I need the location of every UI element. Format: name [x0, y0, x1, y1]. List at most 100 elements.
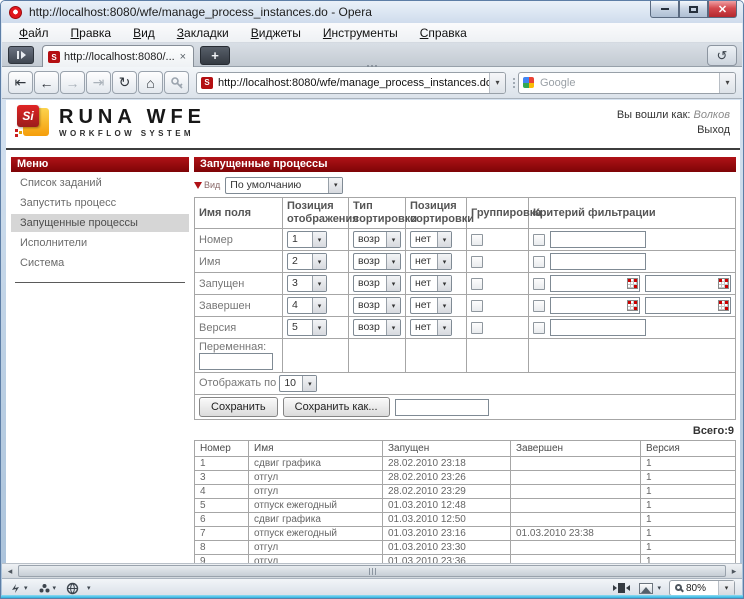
address-dropdown-button[interactable]: ▾ [489, 73, 505, 93]
search-dropdown-button[interactable]: ▾ [719, 73, 735, 93]
sidebar-item[interactable]: Система [11, 254, 189, 272]
forward-button[interactable]: → [60, 71, 85, 94]
sort-type-select[interactable]: возр▾ [353, 297, 401, 314]
sort-position-select[interactable]: нет▾ [410, 319, 452, 336]
logout-link[interactable]: Выход [697, 123, 730, 138]
opera-link-button[interactable]: ▾ [9, 582, 28, 595]
table-row[interactable]: 1сдвиг графика28.02.2010 23:181 [195, 457, 736, 471]
address-url[interactable]: http://localhost:8080/wfe/manage_process… [218, 77, 489, 89]
opera-unite-button[interactable]: ▾ [38, 582, 57, 595]
filter-value-input[interactable] [550, 253, 646, 270]
table-row[interactable]: 9отгул01.03.2010 23:361 [195, 555, 736, 564]
menu-item-Справка[interactable]: Справка [409, 26, 478, 40]
filter-checkbox[interactable] [533, 322, 545, 334]
zoom-dropdown-button[interactable]: ▾ [718, 581, 734, 595]
sort-position-select[interactable]: нет▾ [410, 275, 452, 292]
chevron-down-icon: ▾ [437, 232, 451, 247]
position-select[interactable]: 1▾ [287, 231, 327, 248]
page-header: Si RUNA WFE WORKFLOW SYSTEM Вы вошли как… [6, 100, 740, 148]
back-button[interactable]: ← [34, 71, 59, 94]
save-button[interactable]: Сохранить [199, 397, 278, 417]
filter-value-input[interactable] [550, 319, 646, 336]
address-bar[interactable]: S http://localhost:8080/wfe/manage_proce… [196, 72, 506, 94]
search-bar[interactable]: Google ▾ [518, 72, 736, 94]
menu-item-Закладки[interactable]: Закладки [166, 26, 240, 40]
calendar-icon[interactable] [718, 300, 729, 311]
tab-active[interactable]: S http://localhost:8080/... × [42, 45, 194, 68]
grouping-checkbox[interactable] [471, 234, 483, 246]
sort-position-select[interactable]: нет▾ [410, 253, 452, 270]
network-button[interactable]: ▾ [66, 582, 91, 595]
position-select[interactable]: 2▾ [287, 253, 327, 270]
menu-item-Правка[interactable]: Правка [60, 26, 123, 40]
horizontal-scrollbar[interactable]: ◂ ▸ [2, 563, 742, 578]
search-input[interactable]: Google [540, 77, 719, 89]
calendar-icon[interactable] [718, 278, 729, 289]
sort-position-select[interactable]: нет▾ [410, 231, 452, 248]
scroll-right-icon[interactable]: ▸ [726, 564, 742, 578]
magnifier-icon [675, 584, 682, 591]
scrollbar-thumb[interactable] [18, 565, 726, 577]
process-column-header: Имя [249, 441, 383, 457]
fit-width-button[interactable] [613, 583, 630, 593]
table-row[interactable]: 3отгул28.02.2010 23:261 [195, 471, 736, 485]
sort-type-select[interactable]: возр▾ [353, 319, 401, 336]
table-row[interactable]: 5отпуск ежегодный01.03.2010 12:481 [195, 499, 736, 513]
back-to-start-button[interactable]: ⇤ [8, 71, 33, 94]
menu-item-Файл[interactable]: Файл [8, 26, 60, 40]
table-cell: 1 [641, 555, 736, 564]
sort-position-select[interactable]: нет▾ [410, 297, 452, 314]
new-tab-button[interactable]: + [200, 46, 230, 65]
table-row[interactable]: 7отпуск ежегодный01.03.2010 23:1601.03.2… [195, 527, 736, 541]
menu-item-Инструменты[interactable]: Инструменты [312, 26, 409, 40]
grouping-checkbox[interactable] [471, 278, 483, 290]
grouping-checkbox[interactable] [471, 322, 483, 334]
calendar-icon[interactable] [627, 300, 638, 311]
minimize-button[interactable] [650, 1, 679, 18]
sidebar-item[interactable]: Запущенные процессы [11, 214, 189, 232]
chevron-down-icon: ▾ [302, 376, 316, 391]
sidebar-item[interactable]: Запустить процесс [11, 194, 189, 212]
sidebar-item[interactable]: Список заданий [11, 174, 189, 192]
menu-item-Вид[interactable]: Вид [122, 26, 166, 40]
tab-close-icon[interactable]: × [178, 51, 188, 63]
view-collapse-icon[interactable] [194, 182, 202, 189]
fast-forward-button[interactable]: ⇥ [86, 71, 111, 94]
sort-type-select[interactable]: возр▾ [353, 231, 401, 248]
table-row[interactable]: 8отгул01.03.2010 23:301 [195, 541, 736, 555]
scroll-left-icon[interactable]: ◂ [2, 564, 18, 578]
wand-button[interactable] [164, 71, 189, 94]
closed-tabs-button[interactable]: ↺ [707, 45, 737, 66]
table-row[interactable]: 4отгул28.02.2010 23:291 [195, 485, 736, 499]
calendar-icon[interactable] [627, 278, 638, 289]
variable-input[interactable] [199, 353, 273, 370]
filter-checkbox[interactable] [533, 234, 545, 246]
filter-checkbox[interactable] [533, 278, 545, 290]
filter-value-input[interactable] [550, 231, 646, 248]
panel-toggle-button[interactable] [8, 46, 34, 64]
position-select[interactable]: 5▾ [287, 319, 327, 336]
sidebar-item[interactable]: Исполнители [11, 234, 189, 252]
table-row[interactable]: 6сдвиг графика01.03.2010 12:501 [195, 513, 736, 527]
page-size-select[interactable]: 10▾ [279, 375, 317, 392]
reload-button[interactable]: ↻ [112, 71, 137, 94]
menu-item-Виджеты[interactable]: Виджеты [240, 26, 312, 40]
home-button[interactable]: ⌂ [138, 71, 163, 94]
save-as-name-input[interactable] [395, 399, 489, 416]
position-select[interactable]: 4▾ [287, 297, 327, 314]
toolbar-separator[interactable] [513, 78, 515, 88]
close-button[interactable]: ✕ [708, 1, 737, 18]
position-select[interactable]: 3▾ [287, 275, 327, 292]
sort-type-select[interactable]: возр▾ [353, 253, 401, 270]
save-as-button[interactable]: Сохранить как... [283, 397, 390, 417]
grouping-checkbox[interactable] [471, 300, 483, 312]
sort-type-select[interactable]: возр▾ [353, 275, 401, 292]
filter-checkbox[interactable] [533, 256, 545, 268]
maximize-button[interactable] [679, 1, 708, 18]
grouping-checkbox[interactable] [471, 256, 483, 268]
zoom-control[interactable]: 80% ▾ [669, 580, 735, 596]
filter-checkbox[interactable] [533, 300, 545, 312]
images-toggle-button[interactable]: ▾ [639, 583, 661, 594]
page-size-label: Отображать по [199, 377, 279, 389]
view-select[interactable]: По умолчанию ▾ [225, 177, 343, 194]
